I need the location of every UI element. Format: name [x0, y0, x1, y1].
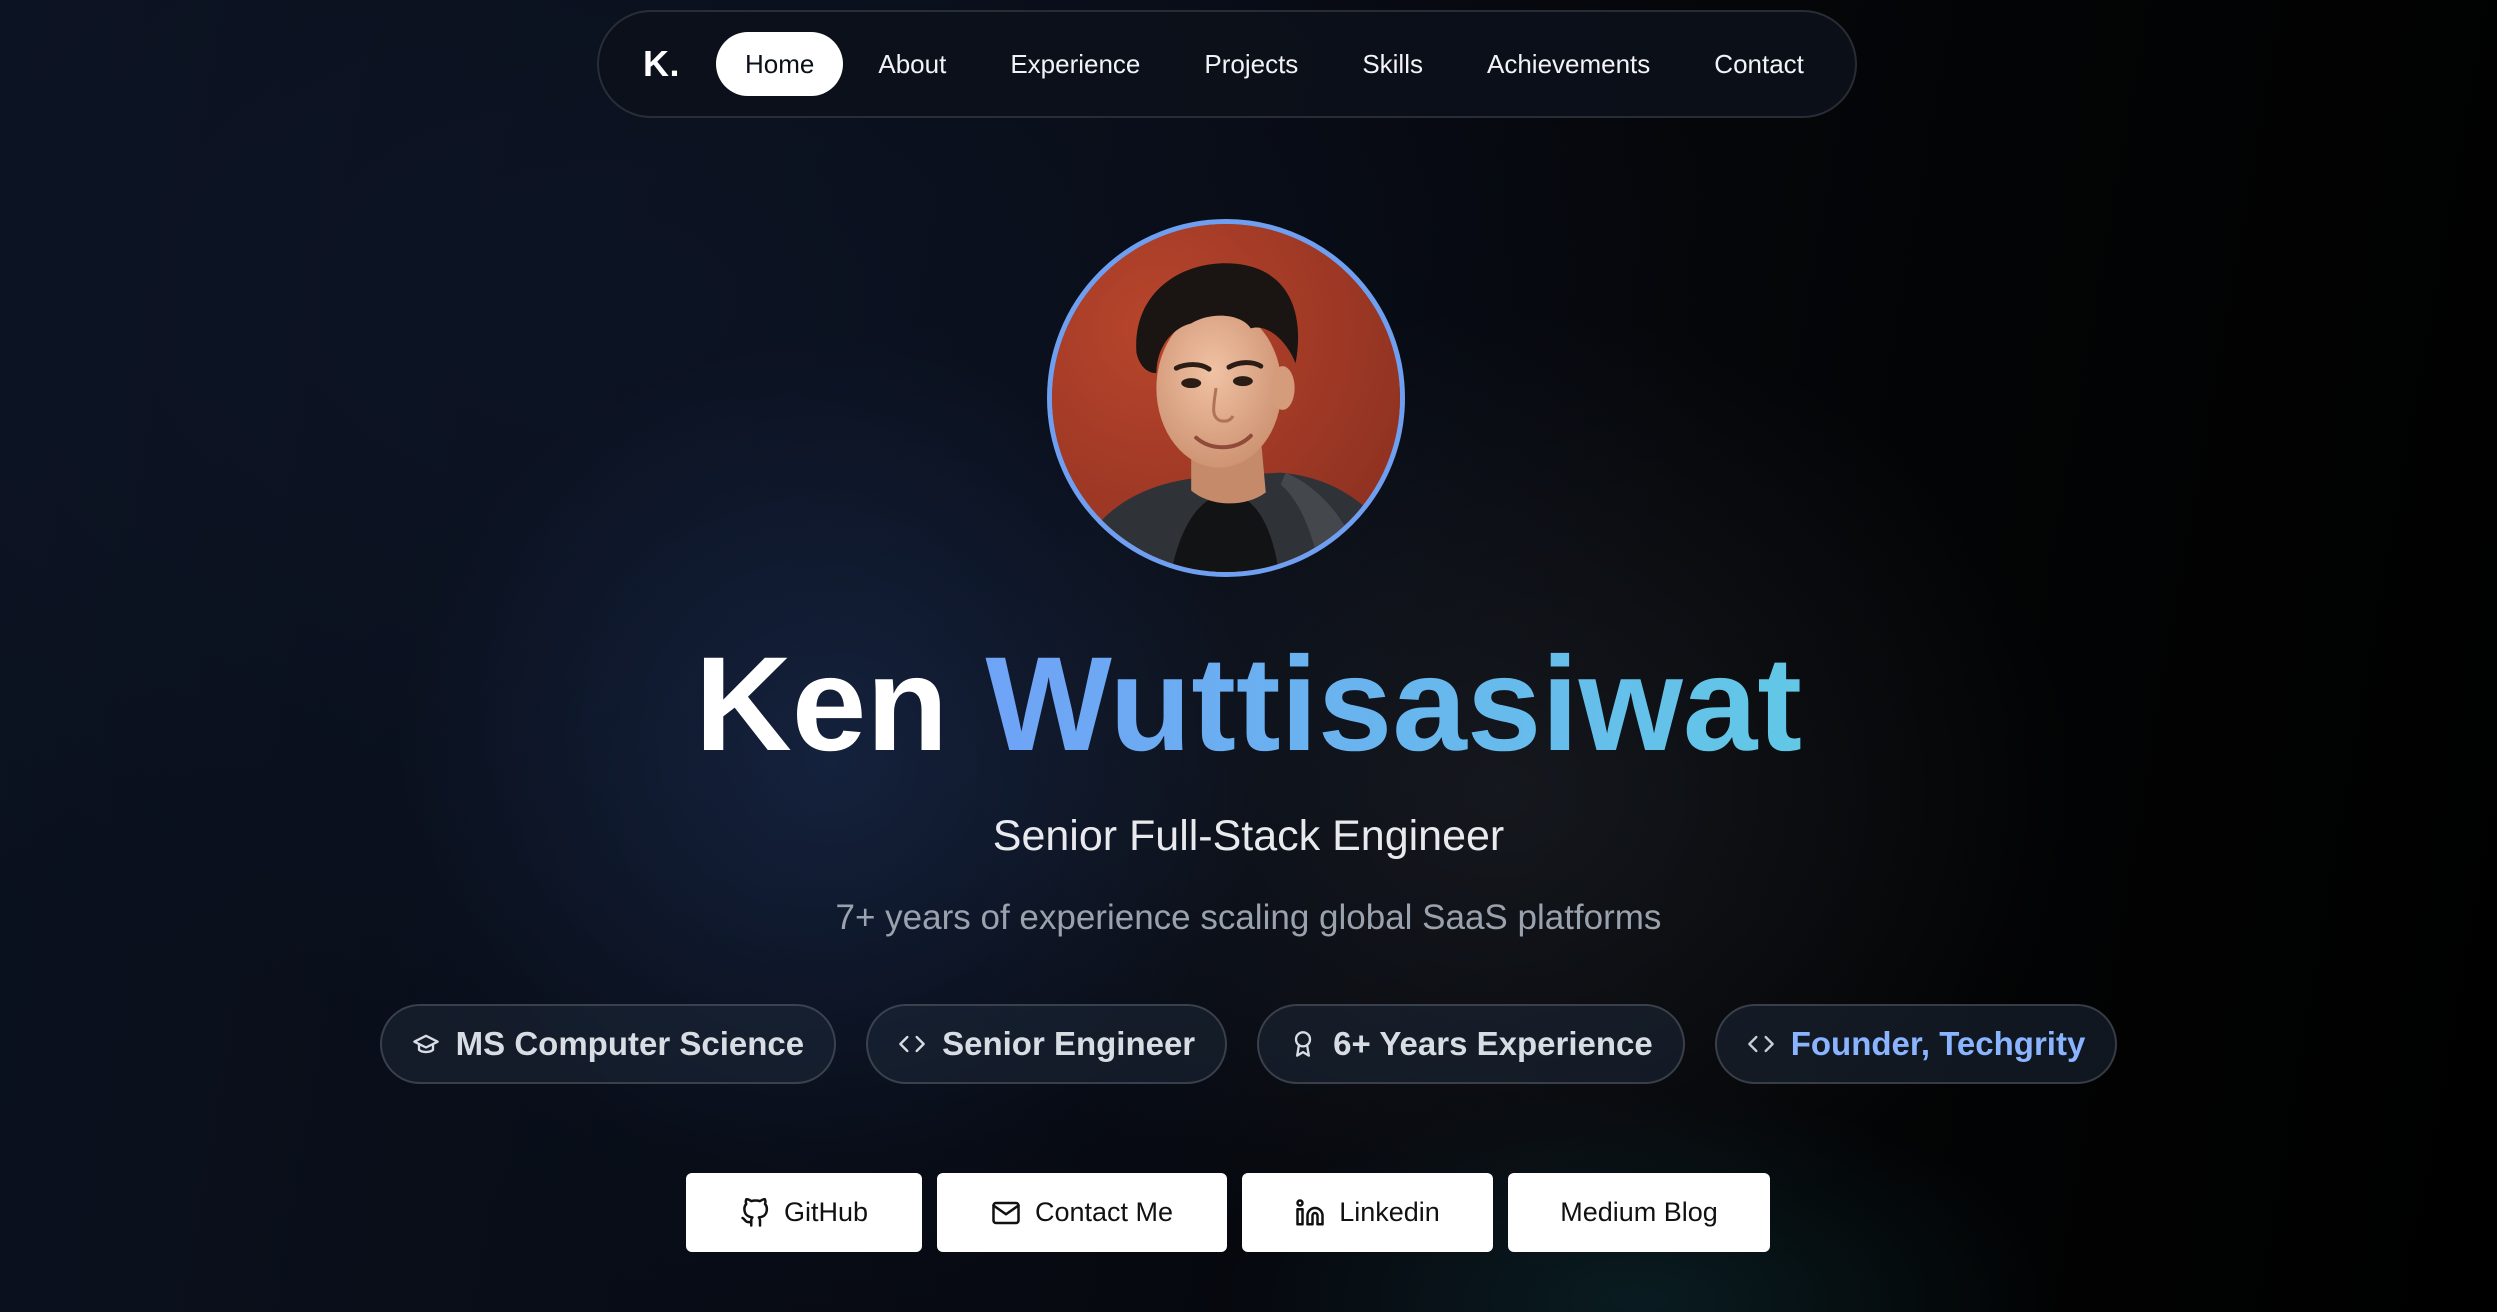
- medium-blog-button-label: Medium Blog: [1560, 1197, 1718, 1227]
- github-icon: [741, 1197, 769, 1227]
- github-button-label: GitHub: [783, 1197, 869, 1227]
- hero-first-name: Ken: [695, 630, 949, 779]
- linkedin-button[interactable]: Linkedin: [1242, 1173, 1493, 1252]
- badge-education-label: MS Computer Science: [455, 1025, 805, 1062]
- badge-founder: Founder, Techgrity: [1714, 1004, 2118, 1084]
- medium-blog-button[interactable]: Medium Blog: [1508, 1173, 1770, 1252]
- social-buttons: GitHub Contact Me Linkedin Medium Blog: [686, 1173, 1770, 1252]
- hero-name: Ken Wuttisasiwat: [0, 625, 2497, 785]
- linkedin-button-label: Linkedin: [1339, 1197, 1440, 1227]
- github-button[interactable]: GitHub: [686, 1173, 922, 1252]
- nav-item-projects[interactable]: Projects: [1175, 32, 1327, 96]
- profile-photo: [1047, 219, 1405, 577]
- badge-role-label: Senior Engineer: [942, 1025, 1196, 1062]
- code-icon: [1747, 1035, 1774, 1053]
- credential-badges: MS Computer Science Senior Engineer 6+ Y…: [0, 1004, 2497, 1084]
- contact-me-button[interactable]: Contact Me: [937, 1173, 1227, 1252]
- nav-item-about[interactable]: About: [849, 32, 975, 96]
- hero-tagline: 7+ years of experience scaling global Sa…: [835, 898, 1662, 937]
- hero-last-name: Wuttisasiwat: [985, 630, 1802, 779]
- nav-item-achievements[interactable]: Achievements: [1458, 32, 1679, 96]
- top-navigation: K. Home About Experience Projects Skills…: [597, 10, 1857, 118]
- badge-founder-label: Founder, Techgrity: [1790, 1025, 2086, 1062]
- nav-item-experience[interactable]: Experience: [981, 32, 1169, 96]
- nav-item-home[interactable]: Home: [716, 32, 844, 96]
- nav-item-contact[interactable]: Contact: [1685, 32, 1833, 96]
- badge-role: Senior Engineer: [866, 1004, 1228, 1084]
- hero-job-title: Senior Full-Stack Engineer: [992, 812, 1505, 860]
- award-icon: [1294, 1031, 1312, 1057]
- code-icon: [899, 1035, 925, 1053]
- graduation-cap-icon: [412, 1034, 439, 1054]
- profile-photo-illustration: [1052, 224, 1400, 572]
- nav-item-skills[interactable]: Skills: [1333, 32, 1452, 96]
- contact-me-button-label: Contact Me: [1034, 1197, 1174, 1227]
- badge-experience: 6+ Years Experience: [1257, 1004, 1685, 1084]
- linkedin-icon: [1296, 1198, 1324, 1225]
- badge-education: MS Computer Science: [379, 1004, 837, 1084]
- site-logo[interactable]: K.: [643, 43, 680, 85]
- badge-experience-label: 6+ Years Experience: [1333, 1025, 1653, 1062]
- mail-icon: [992, 1201, 1020, 1224]
